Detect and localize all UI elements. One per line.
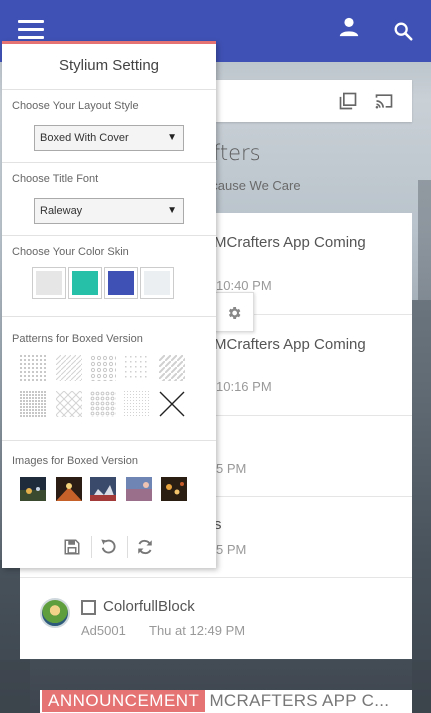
hamburger-icon[interactable] [18,20,44,42]
pattern-grid[interactable] [20,391,46,417]
background-thumbnail-4[interactable] [126,477,152,501]
stylium-settings-panel: Stylium Setting Choose Your Layout Style… [2,41,216,568]
gear-icon [228,307,241,319]
thread-checkbox[interactable] [81,600,96,615]
thread-title[interactable]: ColorfullBlock [103,598,195,615]
divider [91,536,92,558]
skin-swatch-gray[interactable] [32,267,66,299]
patterns-section: Patterns for Boxed Version [2,316,216,440]
background-thumbnail-1[interactable] [20,477,46,501]
background-thumbnail-5[interactable] [161,477,187,501]
pattern-x[interactable] [159,391,185,417]
pattern-sparse[interactable] [124,355,150,381]
pattern-fine[interactable] [124,391,150,417]
font-select[interactable]: Raleway ▼ [34,198,184,224]
pattern-dots[interactable] [20,355,46,381]
layout-label: Choose Your Layout Style [12,100,139,112]
thread-time: 10:16 PM [216,379,272,394]
forum-subtitle: ecause We Care [204,178,301,193]
building [412,300,431,713]
refresh-icon[interactable] [136,538,154,556]
building [418,180,431,300]
thread-time: 10:40 PM [216,278,272,293]
cast-icon[interactable] [374,91,394,111]
layout-select[interactable]: Boxed With Cover ▼ [34,125,184,151]
list-item[interactable]: ColorfullBlock Ad5001 Thu at 12:49 PM [20,578,412,659]
thread-time: Thu at 12:49 PM [149,623,246,638]
announcement-bar[interactable]: ANNOUNCEMENT MCRAFTERS APP C... [40,690,412,713]
pattern-rings[interactable] [90,391,116,417]
skin-swatch-indigo[interactable] [104,267,138,299]
announcement-text[interactable]: MCRAFTERS APP C... [209,691,389,710]
save-icon[interactable] [63,538,81,556]
layout-select-value: Boxed With Cover [40,132,129,144]
skin-swatch-light[interactable] [140,267,174,299]
color-skin-label: Choose Your Color Skin [12,246,129,258]
font-label: Choose Title Font [12,173,99,185]
pattern-diagonal[interactable] [56,355,82,381]
panel-title: Stylium Setting [58,57,160,74]
thread-title[interactable]: MCrafters App Coming [214,336,366,353]
skin-swatch-teal[interactable] [68,267,102,299]
background-thumbnail-2[interactable] [56,477,82,501]
thread-title[interactable]: MCrafters App Coming [214,234,366,251]
pattern-stripes[interactable] [159,355,185,381]
layout-section: Choose Your Layout Style Boxed With Cove… [2,89,216,162]
user-icon[interactable] [338,16,360,38]
panel-toolbar [2,526,216,568]
pattern-circles[interactable] [90,355,116,381]
patterns-label: Patterns for Boxed Version [12,333,143,345]
copy-icon[interactable] [338,91,358,111]
thread-time: 5 PM [216,542,247,557]
divider [127,536,128,558]
thread-author[interactable]: Ad5001 [81,623,126,638]
images-section: Images for Boxed Version [2,440,216,525]
images-label: Images for Boxed Version [12,455,138,467]
chevron-down-icon: ▼ [167,205,177,216]
avatar[interactable] [40,598,70,628]
announcement-badge: ANNOUNCEMENT [42,690,206,712]
font-select-value: Raleway [40,205,83,217]
color-skin-section: Choose Your Color Skin [2,235,216,316]
chevron-down-icon: ▼ [167,132,177,143]
thread-time: 5 PM [216,461,247,476]
background-thumbnail-3[interactable] [90,477,116,501]
pattern-cross[interactable] [56,391,82,417]
settings-toggle-button[interactable] [214,292,254,332]
search-icon[interactable] [392,20,414,42]
font-section: Choose Title Font Raleway ▼ [2,162,216,235]
undo-icon[interactable] [99,538,117,556]
toolbar-strip [216,80,412,122]
